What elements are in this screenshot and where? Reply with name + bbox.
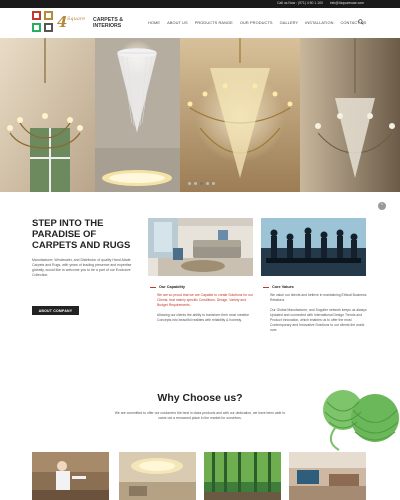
slider-dot[interactable] (200, 182, 203, 185)
capability-text: We are so proud that we are Capable to c… (157, 293, 254, 322)
nav-item-home[interactable]: HOME (148, 20, 160, 25)
logo[interactable]: 4 Square CARPETS & INTERIORS (32, 10, 132, 36)
nav-item-installation[interactable]: INSTALLATION (305, 20, 333, 25)
core-values-title: Core Values (263, 285, 294, 289)
hero-slider[interactable] (0, 38, 400, 192)
search-icon[interactable] (358, 19, 364, 25)
slider-dots (188, 182, 215, 185)
interior-room-thumb[interactable] (289, 452, 366, 500)
living-room-image (148, 218, 253, 276)
logo-name: CARPETS & INTERIORS (93, 17, 123, 29)
site-header: 4 Square CARPETS & INTERIORS HOME ABOUT … (0, 8, 400, 38)
chevron-up-icon[interactable]: ⌃ (378, 202, 386, 210)
business-meeting-image (261, 218, 366, 276)
slider-dot[interactable] (212, 182, 215, 185)
slider-dot[interactable] (206, 182, 209, 185)
nav-item-gallery[interactable]: GALLERY (280, 20, 299, 25)
capability-title: Our Capability (150, 285, 185, 289)
about-company-button[interactable]: ABOUT COMPANY (32, 306, 79, 315)
slider-dot[interactable] (194, 182, 197, 185)
email-link[interactable]: info@4squareuae.com (330, 1, 364, 5)
nav-item-products-range[interactable]: PRODUCTS RANGE (195, 20, 233, 25)
slider-dot[interactable] (188, 182, 191, 185)
chandeliers-image (0, 38, 400, 192)
top-contact-bar: Call us Now : (971) 4 50 1 100 info@4squ… (0, 0, 400, 8)
nav-item-our-products[interactable]: OUR PRODUCTS (240, 20, 273, 25)
installation-thumb[interactable] (32, 452, 109, 500)
logo-number: 4 (57, 13, 68, 31)
intro-heading: STEP INTO THE PARADISE OF CARPETS AND RU… (32, 218, 131, 251)
ceiling-light-thumb[interactable] (119, 452, 196, 500)
yarn-image (315, 380, 400, 455)
why-choose-text: We are committed to offer our customers … (114, 411, 286, 420)
intro-text: Manufacturer, Wholesaler, and Distributo… (32, 258, 132, 277)
logo-script: Square (67, 16, 86, 22)
logo-mark-icon (32, 11, 54, 33)
main-nav: HOME ABOUT US PRODUCTS RANGE OUR PRODUCT… (148, 20, 366, 25)
bamboo-mural-thumb[interactable] (204, 452, 281, 500)
nav-item-about[interactable]: ABOUT US (167, 20, 188, 25)
core-values-text: We value our clients and believe in main… (270, 293, 367, 332)
phone-text[interactable]: Call us Now : (971) 4 50 1 100 (277, 1, 323, 5)
